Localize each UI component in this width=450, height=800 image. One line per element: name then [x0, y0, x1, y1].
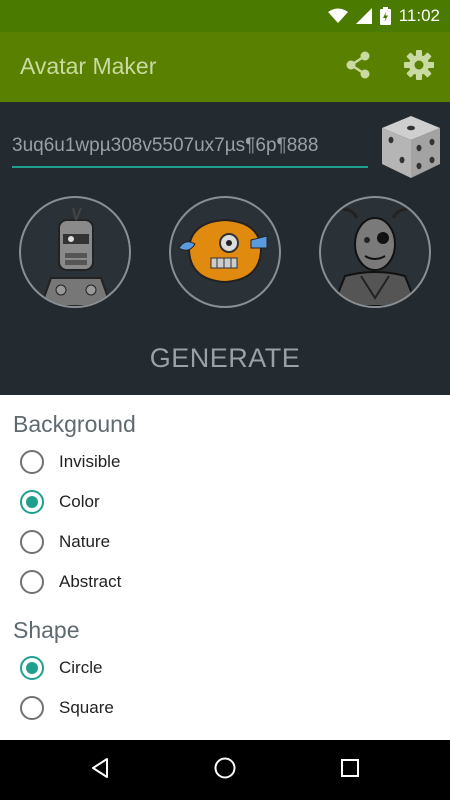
back-icon [88, 756, 112, 785]
navigation-bar [0, 740, 450, 800]
recents-button[interactable] [334, 754, 366, 786]
randomize-button[interactable] [378, 112, 444, 182]
back-button[interactable] [84, 754, 116, 786]
radio-label: Color [59, 492, 100, 511]
radio-option-invisible[interactable]: Invisible [0, 442, 450, 482]
alien-avatar[interactable] [319, 196, 431, 308]
home-button[interactable] [209, 754, 241, 786]
battery-icon [379, 7, 391, 25]
background-section-title: Background [13, 411, 136, 437]
share-icon [343, 50, 373, 85]
generate-button[interactable]: GENERATE [0, 330, 450, 386]
radio-button-checked[interactable] [20, 656, 44, 680]
radio-button[interactable] [20, 570, 44, 594]
settings-button[interactable] [401, 49, 437, 85]
home-icon [213, 756, 237, 785]
radio-button[interactable] [20, 696, 44, 720]
radio-option-abstract[interactable]: Abstract [0, 562, 450, 602]
dice-icon [378, 116, 444, 186]
radio-option-color[interactable]: Color [0, 482, 450, 522]
recents-icon [339, 757, 361, 784]
radio-label: Invisible [59, 452, 121, 471]
signal-icon [355, 8, 372, 24]
radio-button[interactable] [20, 450, 44, 474]
settings-icon [403, 49, 435, 86]
app-title: Avatar Maker [20, 53, 157, 79]
radio-option-square[interactable]: Square [0, 688, 450, 728]
radio-button-checked[interactable] [20, 490, 44, 514]
radio-option-nature[interactable]: Nature [0, 522, 450, 562]
radio-label: Circle [59, 658, 103, 677]
status-time: 11:02 [398, 6, 440, 25]
wifi-icon [327, 8, 348, 24]
shape-section-title: Shape [13, 617, 80, 643]
robot-avatar[interactable] [19, 196, 131, 308]
radio-option-circle[interactable]: Circle [0, 648, 450, 688]
status-bar: 11:02 [0, 0, 450, 32]
app-bar: Avatar Maker [0, 32, 450, 102]
blob-avatar[interactable] [169, 196, 281, 308]
radio-button[interactable] [20, 530, 44, 554]
radio-label: Square [59, 698, 114, 717]
radio-label: Abstract [59, 572, 122, 591]
radio-label: Nature [59, 532, 111, 551]
seed-input[interactable] [12, 126, 368, 168]
share-button[interactable] [340, 49, 376, 85]
